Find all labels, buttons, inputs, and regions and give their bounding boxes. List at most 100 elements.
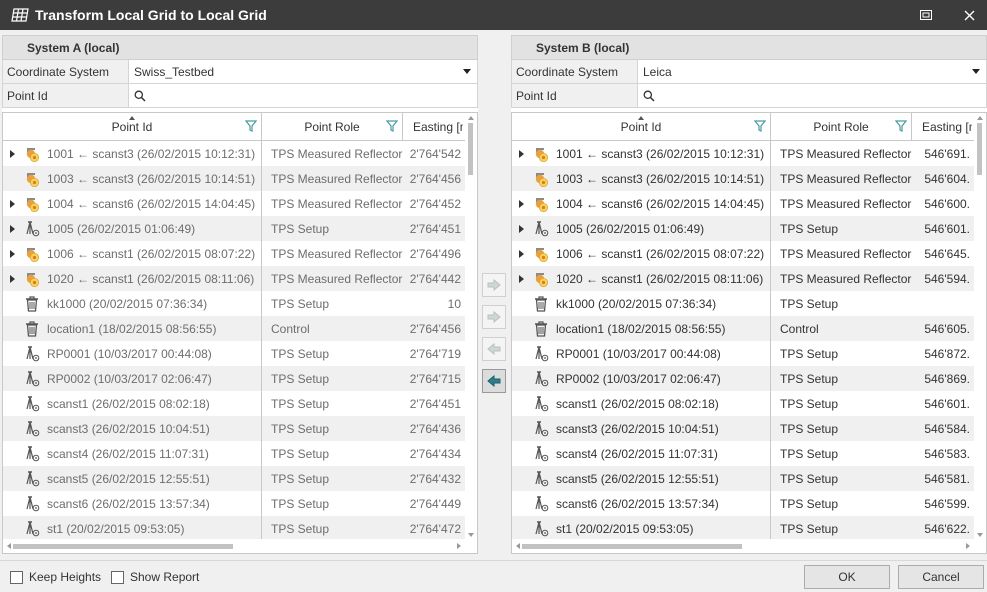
column-header-easting[interactable]: Easting [m]: [912, 113, 972, 140]
table-row[interactable]: 1020 ← scanst1 (26/02/2015 08:11:06) TPS …: [512, 266, 974, 291]
keep-heights-checkbox[interactable]: Keep Heights: [10, 570, 101, 584]
easting-cell: 2'764'449: [409, 496, 461, 511]
vertical-scrollbar[interactable]: [465, 113, 477, 540]
point-id-text: 1005 (26/02/2015 01:06:49): [556, 221, 705, 236]
filter-icon[interactable]: [245, 120, 257, 132]
expand-triangle-icon[interactable]: [3, 224, 21, 233]
table-row[interactable]: scanst1 (26/02/2015 08:02:18) TPS Setup 2'…: [3, 391, 465, 416]
point-role-cell: TPS Setup: [780, 396, 839, 411]
ok-button[interactable]: OK: [804, 565, 890, 589]
table-row[interactable]: scanst6 (26/02/2015 13:57:34) TPS Setup 2'…: [3, 491, 465, 516]
column-header-point-role[interactable]: Point Role: [771, 113, 912, 140]
table-row[interactable]: RP0002 (10/03/2017 02:06:47) TPS Setup 2'7…: [3, 366, 465, 391]
table-row[interactable]: kk1000 (20/02/2015 07:36:34) TPS Setup 10: [3, 291, 465, 316]
expand-triangle-icon[interactable]: [512, 249, 530, 258]
table-row[interactable]: location1 (18/02/2015 08:56:55) Control 54…: [512, 316, 974, 341]
table-row[interactable]: scanst3 (26/02/2015 10:04:51) TPS Setup 2'…: [3, 416, 465, 441]
point-id-text: scanst3 (26/02/2015 10:04:51): [556, 421, 719, 436]
arrow-right-icon: [487, 279, 501, 291]
point-role-cell: TPS Setup: [780, 346, 839, 361]
column-header-point-role[interactable]: Point Role: [262, 113, 403, 140]
table-row[interactable]: scanst3 (26/02/2015 10:04:51) TPS Setup 54…: [512, 416, 974, 441]
point-id-text: location1 (18/02/2015 08:56:55): [47, 321, 217, 336]
checkbox-box[interactable]: [111, 570, 124, 584]
horizontal-scrollbar[interactable]: [512, 539, 986, 553]
restore-button[interactable]: [906, 0, 946, 30]
table-row[interactable]: location1 (18/02/2015 08:56:55) Control 2'…: [3, 316, 465, 341]
point-role-cell: TPS Setup: [271, 471, 330, 486]
table-row[interactable]: 1001 ← scanst3 (26/02/2015 10:12:31) TPS …: [3, 141, 465, 166]
table-row[interactable]: scanst4 (26/02/2015 11:07:31) TPS Setup 2'…: [3, 441, 465, 466]
expand-triangle-icon[interactable]: [3, 274, 21, 283]
dropdown-arrow-icon: [463, 69, 471, 74]
expand-triangle-icon[interactable]: [3, 149, 21, 158]
close-button[interactable]: [949, 0, 987, 30]
table-row[interactable]: scanst4 (26/02/2015 11:07:31) TPS Setup 54…: [512, 441, 974, 466]
table-row[interactable]: 1001 ← scanst3 (26/02/2015 10:12:31) TPS …: [512, 141, 974, 166]
table-row[interactable]: 1003 ← scanst3 (26/02/2015 10:14:51) TPS …: [3, 166, 465, 191]
table-row[interactable]: scanst5 (26/02/2015 12:55:51) TPS Setup 54…: [512, 466, 974, 491]
table-row[interactable]: 1004 ← scanst6 (26/02/2015 14:04:45) TPS …: [512, 191, 974, 216]
easting-cell: 2'764'451: [409, 221, 461, 236]
table-row[interactable]: RP0001 (10/03/2017 00:44:08) TPS Setup 2'7…: [3, 341, 465, 366]
dropdown-arrow-icon: [972, 69, 980, 74]
point-id-cell: 1001 ← scanst3 (26/02/2015 10:12:31): [3, 141, 262, 166]
filter-icon[interactable]: [895, 120, 907, 132]
column-header-easting[interactable]: Easting [m]: [403, 113, 463, 140]
move-all-left-button[interactable]: [482, 369, 506, 393]
table-row[interactable]: RP0002 (10/03/2017 02:06:47) TPS Setup 546…: [512, 366, 974, 391]
reflector-icon: [530, 144, 552, 164]
point-id-text: scanst1 (26/02/2015 08:02:18): [47, 396, 210, 411]
show-report-checkbox[interactable]: Show Report: [111, 570, 199, 584]
point-id-text: scanst6 (26/02/2015 13:57:34): [556, 496, 719, 511]
move-right-button[interactable]: [482, 273, 506, 297]
table-row[interactable]: kk1000 (20/02/2015 07:36:34) TPS Setup: [512, 291, 974, 316]
table-row[interactable]: 1006 ← scanst1 (26/02/2015 08:07:22) TPS …: [3, 241, 465, 266]
horizontal-scrollbar[interactable]: [3, 539, 477, 553]
table-row[interactable]: scanst6 (26/02/2015 13:57:34) TPS Setup 54…: [512, 491, 974, 516]
move-all-right-button[interactable]: [482, 305, 506, 329]
expand-triangle-icon[interactable]: [512, 274, 530, 283]
system-a-panel: System A (local) Coordinate System Swiss…: [2, 35, 478, 554]
expand-triangle-icon[interactable]: [512, 149, 530, 158]
table-row[interactable]: 1005 (26/02/2015 01:06:49) TPS Setup 2'764…: [3, 216, 465, 241]
table-row[interactable]: scanst1 (26/02/2015 08:02:18) TPS Setup 54…: [512, 391, 974, 416]
column-header-point-id[interactable]: Point Id: [3, 113, 262, 140]
table-row[interactable]: 1020 ← scanst1 (26/02/2015 08:11:06) TPS …: [3, 266, 465, 291]
table-row[interactable]: RP0001 (10/03/2017 00:44:08) TPS Setup 546…: [512, 341, 974, 366]
expand-triangle-icon[interactable]: [3, 199, 21, 208]
point-id-cell: 1001 ← scanst3 (26/02/2015 10:12:31): [512, 141, 771, 166]
checkbox-box[interactable]: [10, 570, 23, 584]
point-role-cell: TPS Setup: [271, 421, 330, 436]
point-id-search-input[interactable]: [146, 88, 477, 103]
table-row[interactable]: 1003 ← scanst3 (26/02/2015 10:14:51) TPS …: [512, 166, 974, 191]
grid-transform-icon: [10, 7, 32, 23]
point-role-cell: TPS Setup: [271, 446, 330, 461]
expand-triangle-icon[interactable]: [512, 199, 530, 208]
coordinate-system-select[interactable]: Leica: [638, 60, 986, 83]
table-row[interactable]: 1005 (26/02/2015 01:06:49) TPS Setup 546'6…: [512, 216, 974, 241]
filter-icon[interactable]: [754, 120, 766, 132]
point-id-cell: 1006 ← scanst1 (26/02/2015 08:07:22): [512, 241, 771, 266]
point-role-cell: TPS Measured Reflector: [780, 171, 912, 186]
point-id-text: 1001 ← scanst3 (26/02/2015 10:12:31): [47, 146, 256, 161]
system-b-rows: 1001 ← scanst3 (26/02/2015 10:12:31) TPS …: [512, 141, 974, 540]
move-left-button[interactable]: [482, 337, 506, 361]
point-id-cell: RP0002 (10/03/2017 02:06:47): [3, 366, 262, 391]
point-id-search-input[interactable]: [655, 88, 986, 103]
cancel-button[interactable]: Cancel: [898, 565, 984, 589]
coordinate-system-select[interactable]: Swiss_Testbed: [129, 60, 477, 83]
expand-triangle-icon[interactable]: [3, 249, 21, 258]
table-row[interactable]: 1004 ← scanst6 (26/02/2015 14:04:45) TPS …: [3, 191, 465, 216]
column-header-point-id[interactable]: Point Id: [512, 113, 771, 140]
easting-cell: 2'764'472: [409, 521, 461, 536]
expand-triangle-icon[interactable]: [512, 224, 530, 233]
vertical-scrollbar[interactable]: [974, 113, 986, 540]
point-id-text: st1 (20/02/2015 09:53:05): [47, 521, 185, 536]
table-row[interactable]: scanst5 (26/02/2015 12:55:51) TPS Setup 2'…: [3, 466, 465, 491]
table-row[interactable]: st1 (20/02/2015 09:53:05) TPS Setup 546'62…: [512, 516, 974, 540]
table-row[interactable]: 1006 ← scanst1 (26/02/2015 08:07:22) TPS …: [512, 241, 974, 266]
table-row[interactable]: st1 (20/02/2015 09:53:05) TPS Setup 2'764'…: [3, 516, 465, 540]
point-id-text: 1003 ← scanst3 (26/02/2015 10:14:51): [47, 171, 256, 186]
filter-icon[interactable]: [386, 120, 398, 132]
